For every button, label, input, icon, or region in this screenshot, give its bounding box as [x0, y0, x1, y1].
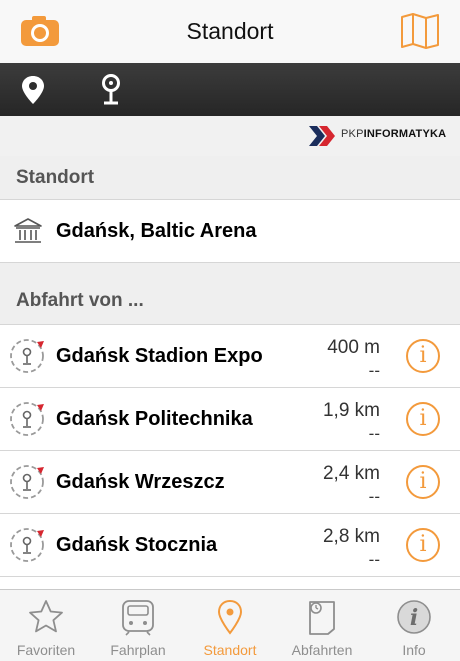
tab-abfahrten[interactable]: Abfahrten [276, 590, 368, 661]
navigation-bar: Standort [0, 0, 460, 63]
toolbar [0, 63, 460, 116]
star-icon [29, 600, 63, 633]
tab-label: Favoriten [16, 642, 76, 658]
station-row[interactable]: Gdańsk Stocznia 2,8 km -- i [0, 513, 460, 576]
tab-label: Standort [203, 642, 257, 658]
tab-info[interactable]: i Info [368, 590, 460, 661]
tab-bar: Favoriten Fahrplan Standort Abfahrten i … [0, 589, 460, 661]
tab-standort[interactable]: Standort [184, 590, 276, 661]
train-icon [122, 600, 154, 636]
station-pin-icon [8, 337, 46, 380]
station-pin-icon [8, 400, 46, 443]
station-name: Gdańsk Wrzeszcz [56, 471, 225, 493]
station-name: Gdańsk Politechnika [56, 408, 253, 430]
station-distance: 2,4 km [322, 463, 380, 484]
tab-label: Info [402, 642, 426, 658]
station-row[interactable]: Gdańsk Wrzeszcz 2,4 km -- i [0, 450, 460, 513]
station-row[interactable]: Gdańsk Stadion Expo 400 m -- i [0, 324, 460, 387]
location-pin-icon[interactable] [16, 73, 50, 107]
station-name: Gdańsk Stadion Expo [56, 345, 263, 367]
section-title: Standort [16, 167, 95, 188]
current-location-name: Gdańsk, Baltic Arena [56, 220, 257, 242]
station-row[interactable]: Gdańsk Politechnika 1,9 km -- i [0, 387, 460, 450]
clock-document-icon [309, 601, 335, 635]
station-pin-icon [8, 463, 46, 506]
page-title: Standort [186, 18, 274, 44]
tab-favoriten[interactable]: Favoriten [0, 590, 92, 661]
station-departure-info: -- [368, 487, 380, 506]
station-distance: 1,9 km [322, 400, 380, 421]
svg-text:i: i [410, 605, 418, 631]
station-info-button[interactable]: i [406, 465, 440, 499]
station-departure-info: -- [368, 550, 380, 569]
station-pin-icon[interactable] [94, 73, 128, 107]
station-info-button[interactable]: i [406, 528, 440, 562]
station-info-button[interactable]: i [406, 339, 440, 373]
list-divider [0, 576, 460, 577]
brand-wordmark: PKPINFORMATYKA [341, 128, 447, 140]
station-departure-info: -- [368, 361, 380, 380]
station-distance: 400 m [327, 337, 380, 358]
tab-label: Fahrplan [110, 642, 166, 658]
current-location-row[interactable]: Gdańsk, Baltic Arena [0, 199, 460, 262]
pkp-logo [309, 126, 339, 146]
info-icon: i [397, 600, 431, 634]
location-pin-icon [217, 599, 243, 635]
section-header-departures: Abfahrt von ... [0, 262, 460, 324]
landmark-icon [13, 216, 43, 251]
station-departure-info: -- [368, 424, 380, 443]
tab-label: Abfahrten [291, 642, 353, 658]
section-title: Abfahrt von ... [16, 290, 144, 311]
tab-fahrplan[interactable]: Fahrplan [92, 590, 184, 661]
station-pin-icon [8, 526, 46, 569]
station-info-button[interactable]: i [406, 402, 440, 436]
station-name: Gdańsk Stocznia [56, 534, 218, 556]
section-header-location: Standort [0, 156, 460, 199]
station-distance: 2,8 km [322, 526, 380, 547]
map-icon[interactable] [400, 13, 440, 49]
